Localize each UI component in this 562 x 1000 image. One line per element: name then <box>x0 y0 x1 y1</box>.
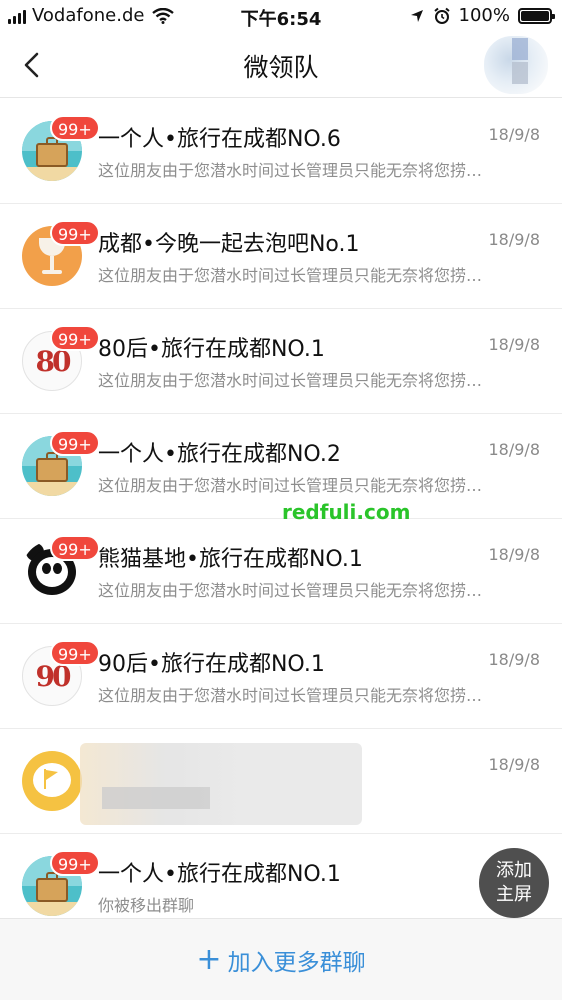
add-to-home-line2: 主屏 <box>496 884 532 905</box>
group-last-message: 这位朋友由于您潜水时间过长管理员只能无奈将您捞… <box>98 161 483 180</box>
unread-badge: 99+ <box>50 115 100 141</box>
group-date: 18/9/8 <box>488 335 541 354</box>
group-name: 成都•今晚一起去泡吧No.1 <box>98 232 360 257</box>
join-more-groups-label: 加入更多群聊 <box>227 949 366 976</box>
group-last-message: 你被移出群聊 <box>98 896 195 915</box>
group-last-message: 这位朋友由于您潜水时间过长管理员只能无奈将您捞… <box>98 371 483 390</box>
group-name: 熊猫基地•旅行在成都NO.1 <box>98 547 363 572</box>
unread-badge: 99+ <box>50 220 100 246</box>
group-list-item[interactable]: 80 99+ 80后•旅行在成都NO.1 18/9/8 这位朋友由于您潜水时间过长管理员… <box>0 309 562 414</box>
alarm-icon <box>433 7 450 24</box>
group-last-message: 这位朋友由于您潜水时间过长管理员只能无奈将您捞… <box>98 686 483 705</box>
group-date: 18/9/8 <box>488 440 541 459</box>
redacted-blur <box>80 743 362 825</box>
group-name: 80后•旅行在成都NO.1 <box>98 337 325 362</box>
group-last-message: 这位朋友由于您潜水时间过长管理员只能无奈将您捞… <box>98 476 483 495</box>
plus-icon: + <box>196 941 222 977</box>
watermark-text: redfuli.com <box>282 500 411 524</box>
profile-avatar[interactable] <box>484 36 548 94</box>
status-bar: Vodafone.de 下午6:54 100% <box>0 0 562 32</box>
group-list-item[interactable]: 99+ 熊猫基地•旅行在成都NO.1 18/9/8 这位朋友由于您潜水时间过长管理员只… <box>0 519 562 624</box>
group-last-message: 这位朋友由于您潜水时间过长管理员只能无奈将您捞… <box>98 581 483 600</box>
group-name: 一个人•旅行在成都NO.1 <box>98 862 341 887</box>
group-list-item[interactable]: 99+ 一个人•旅行在成都NO.6 18/9/8 这位朋友由于您潜水时间过长管理员只能… <box>0 99 562 204</box>
group-list-item[interactable]: 18/9/8 <box>0 729 562 834</box>
group-date: 18/9/8 <box>488 650 541 669</box>
unread-badge: 99+ <box>50 325 100 351</box>
group-list-item[interactable]: 99+ 成都•今晚一起去泡吧No.1 18/9/8 这位朋友由于您潜水时间过长管理员只… <box>0 204 562 309</box>
location-arrow-icon <box>410 9 423 22</box>
group-date: 18/9/8 <box>488 230 541 249</box>
unread-badge: 99+ <box>50 850 100 876</box>
unread-badge: 99+ <box>50 640 100 666</box>
group-date: 18/9/8 <box>488 755 541 774</box>
add-to-home-line1: 添加 <box>496 860 532 881</box>
join-more-groups-button[interactable]: + 加入更多群聊 <box>196 943 365 977</box>
group-list-item[interactable]: 99+ 一个人•旅行在成都NO.2 18/9/8 这位朋友由于您潜水时间过长管理员只能… <box>0 414 562 519</box>
page-title: 微领队 <box>243 53 319 82</box>
group-name: 一个人•旅行在成都NO.2 <box>98 442 341 467</box>
group-list-item[interactable]: 90 99+ 90后•旅行在成都NO.1 18/9/8 这位朋友由于您潜水时间过长管理员… <box>0 624 562 729</box>
group-last-message: 这位朋友由于您潜水时间过长管理员只能无奈将您捞… <box>98 266 483 285</box>
group-date: 18/9/8 <box>488 125 541 144</box>
unread-badge: 99+ <box>50 430 100 456</box>
group-name: 一个人•旅行在成都NO.6 <box>98 127 341 152</box>
group-name: 90后•旅行在成都NO.1 <box>98 652 325 677</box>
battery-icon <box>518 7 555 24</box>
add-to-home-button[interactable]: 添加 主屏 <box>479 848 549 918</box>
nav-bar: 微领队 <box>0 32 562 98</box>
battery-percent: 100% <box>458 5 510 26</box>
group-list: 99+ 一个人•旅行在成都NO.6 18/9/8 这位朋友由于您潜水时间过长管理员只能… <box>0 99 562 939</box>
group-avatar-flag <box>22 751 82 811</box>
group-date: 18/9/8 <box>488 545 541 564</box>
bottom-bar: + 加入更多群聊 <box>0 918 562 1000</box>
unread-badge: 99+ <box>50 535 100 561</box>
